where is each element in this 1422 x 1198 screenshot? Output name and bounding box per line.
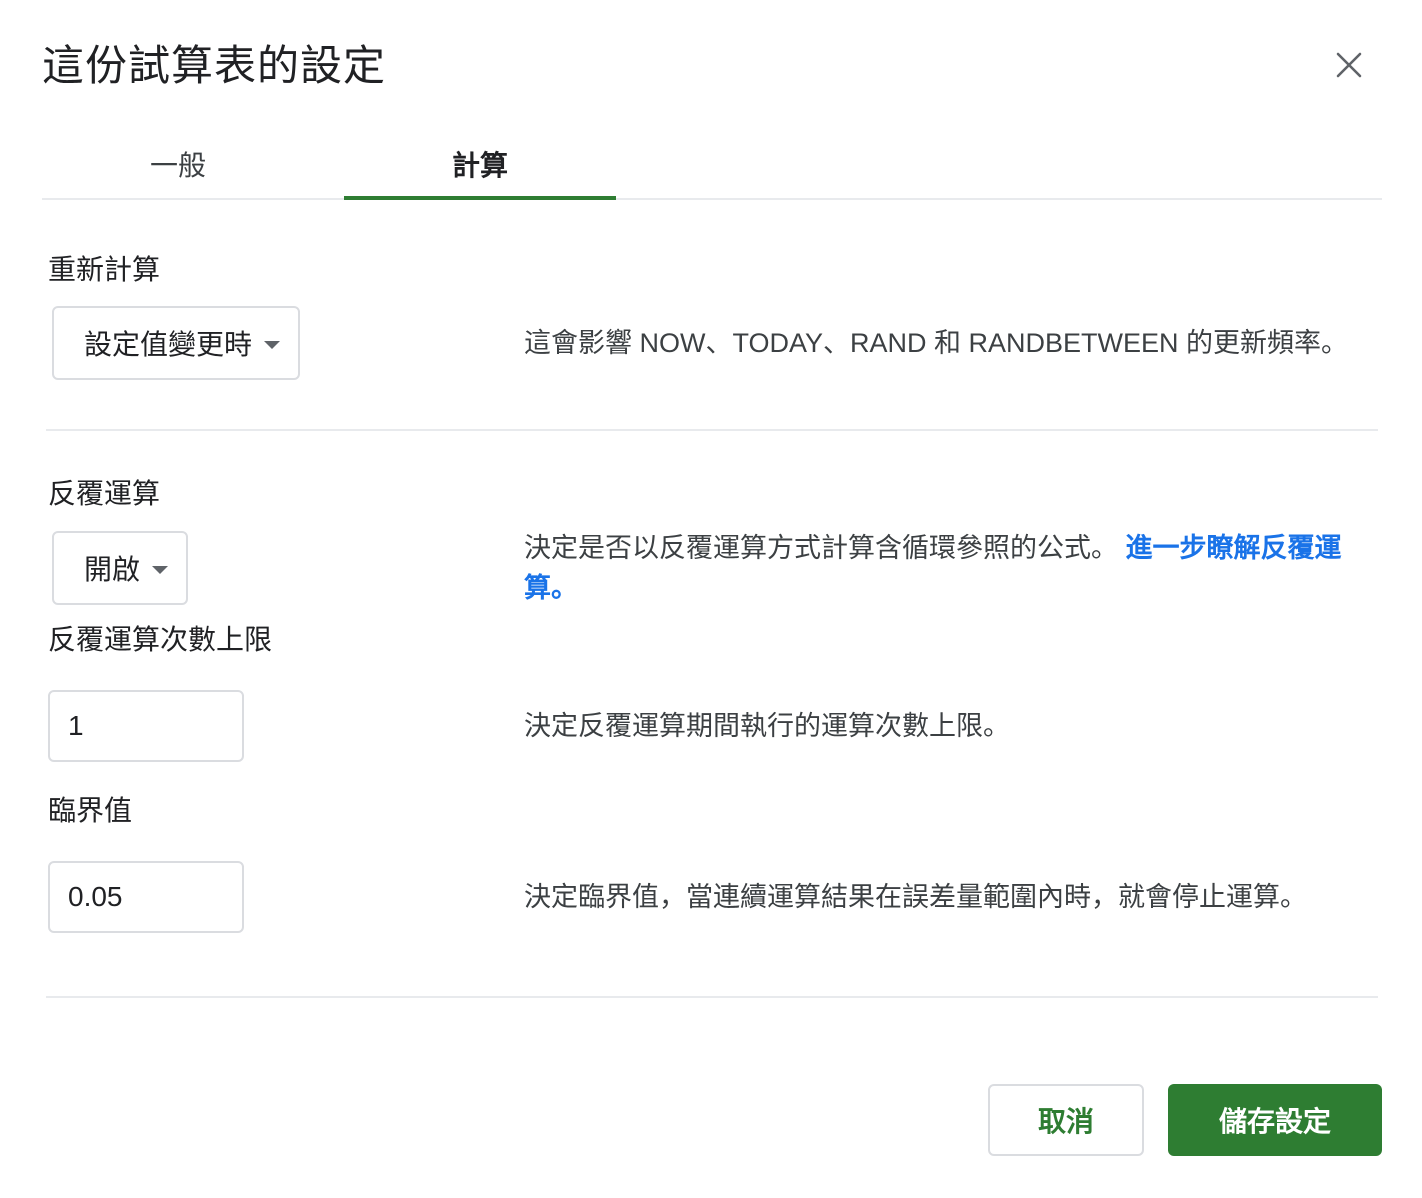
iterative-description: 決定是否以反覆運算方式計算含循環參照的公式。 進一步瞭解反覆運算。 bbox=[524, 528, 1376, 608]
iterative-dropdown-value: 開啟 bbox=[84, 554, 141, 585]
threshold-label: 臨界值 bbox=[48, 795, 133, 826]
cancel-button[interactable]: 取消 bbox=[988, 1084, 1144, 1156]
tab-bar: 一般 計算 bbox=[42, 130, 1382, 200]
recalc-label: 重新計算 bbox=[48, 254, 161, 285]
close-icon bbox=[1336, 52, 1362, 78]
close-button[interactable] bbox=[1326, 42, 1372, 88]
tab-calculation[interactable]: 計算 bbox=[344, 130, 616, 198]
iterative-label: 反覆運算 bbox=[48, 478, 161, 509]
dialog-title: 這份試算表的設定 bbox=[42, 42, 387, 89]
max-iterations-label: 反覆運算次數上限 bbox=[48, 624, 273, 655]
chevron-down-icon bbox=[152, 566, 168, 574]
recalc-dropdown-value: 設定值變更時 bbox=[84, 329, 253, 360]
footer-divider bbox=[46, 996, 1378, 998]
settings-dialog: 這份試算表的設定 一般 計算 重新計算 設定值變更時 這會影響 NOW、TODA… bbox=[0, 0, 1422, 1198]
threshold-input[interactable] bbox=[48, 861, 244, 933]
section-divider bbox=[46, 429, 1378, 431]
max-iterations-description: 決定反覆運算期間執行的運算次數上限。 bbox=[524, 711, 1010, 741]
iterative-dropdown[interactable]: 開啟 bbox=[52, 531, 188, 605]
chevron-down-icon bbox=[264, 341, 280, 349]
recalc-description: 這會影響 NOW、TODAY、RAND 和 RANDBETWEEN 的更新頻率。 bbox=[524, 328, 1349, 358]
max-iterations-input[interactable] bbox=[48, 690, 244, 762]
threshold-description: 決定臨界值，當連續運算結果在誤差量範圍內時，就會停止運算。 bbox=[524, 882, 1307, 912]
active-tab-indicator bbox=[344, 196, 616, 200]
tab-general[interactable]: 一般 bbox=[42, 130, 314, 198]
iterative-description-text: 決定是否以反覆運算方式計算含循環參照的公式。 bbox=[524, 533, 1118, 563]
recalc-dropdown[interactable]: 設定值變更時 bbox=[52, 306, 300, 380]
save-settings-button[interactable]: 儲存設定 bbox=[1168, 1084, 1382, 1156]
